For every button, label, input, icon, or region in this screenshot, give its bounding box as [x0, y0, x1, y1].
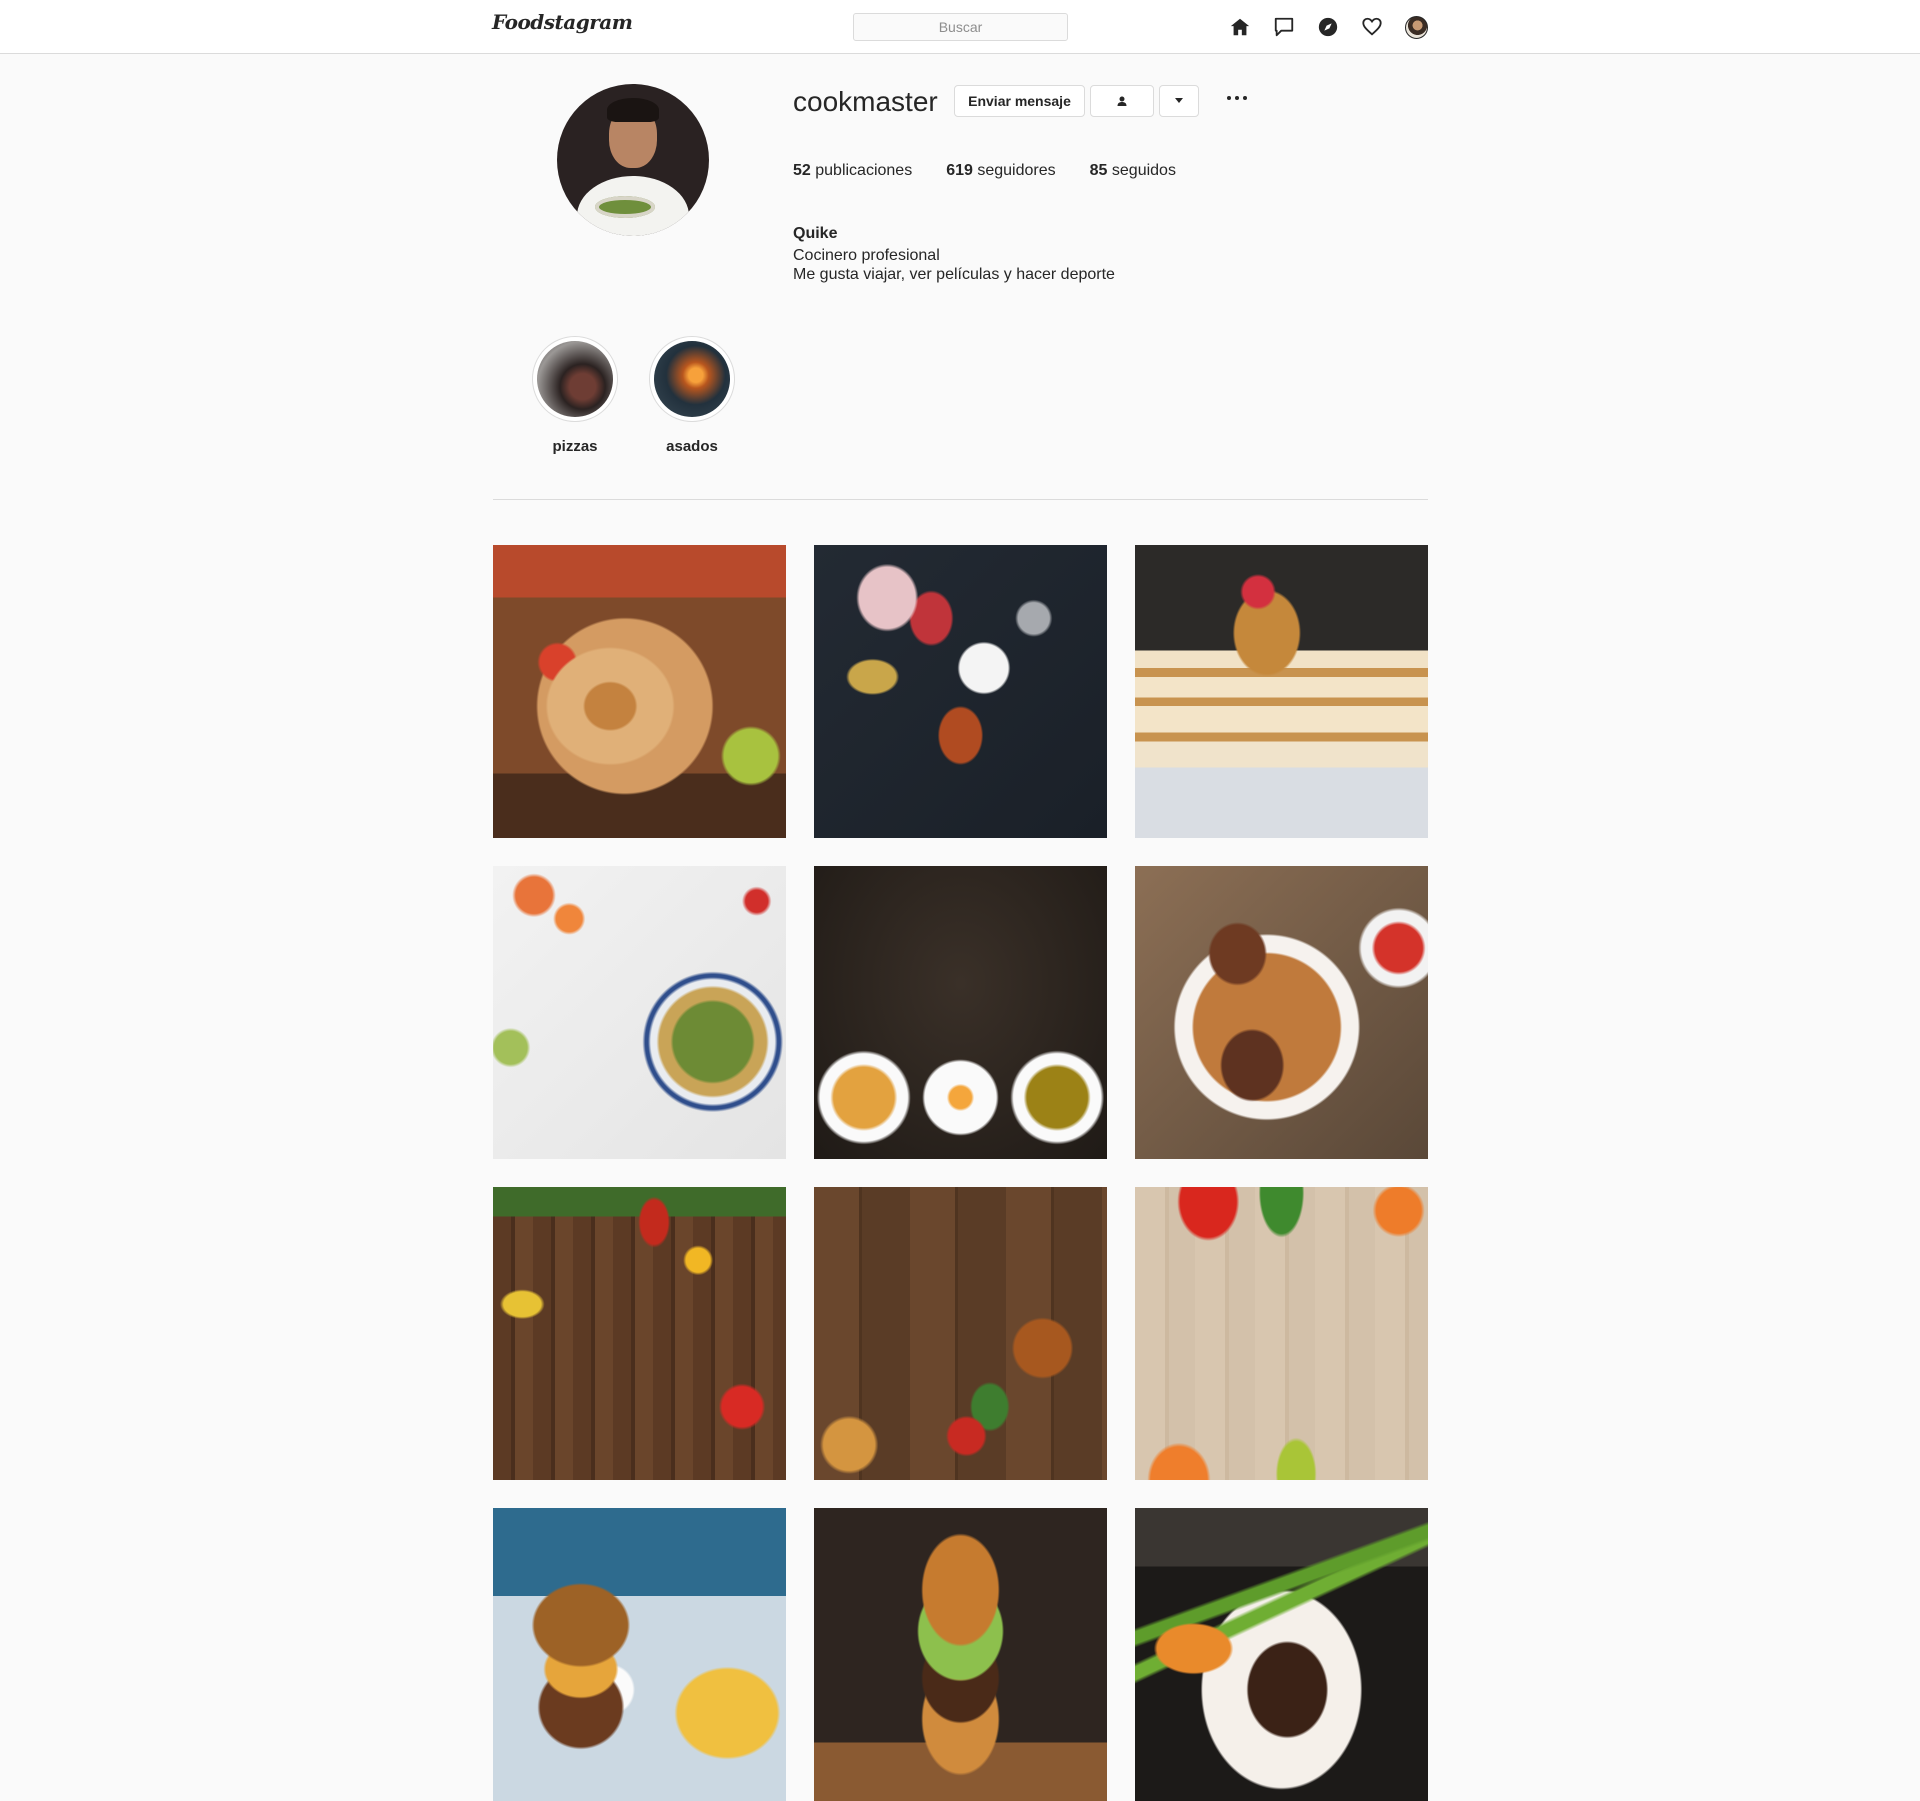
following-count: 85 — [1089, 162, 1108, 179]
post-thumbnail-spices[interactable] — [814, 545, 1107, 838]
post-thumbnail-burger-fries[interactable] — [493, 1508, 786, 1801]
highlight-ring — [649, 336, 735, 422]
profile-username: cookmaster — [793, 86, 938, 117]
top-navigation-bar: Foodstagram — [0, 0, 1920, 54]
posts-grid — [493, 545, 1428, 1801]
activity-heart-icon[interactable] — [1360, 15, 1384, 39]
caret-down-icon — [1175, 98, 1183, 103]
dot — [1243, 96, 1247, 100]
profile-picture[interactable] — [557, 84, 709, 236]
highlight-ring — [532, 336, 618, 422]
search-input[interactable] — [853, 13, 1068, 41]
highlight-cover-image — [654, 341, 730, 417]
posts-count: 52 — [793, 162, 811, 179]
bio-full-name: Quike — [793, 225, 838, 242]
post-thumbnail-pancakes[interactable] — [1135, 545, 1428, 838]
bio-line: Me gusta viajar, ver películas y hacer d… — [793, 266, 1115, 283]
dot — [1227, 96, 1231, 100]
suggestions-dropdown-button[interactable] — [1159, 85, 1199, 117]
story-highlight-asados[interactable]: asados — [647, 336, 737, 455]
profile-stats: 52 publicaciones 619 seguidores 85 segui… — [793, 162, 1176, 180]
following-label: seguidos — [1111, 162, 1176, 179]
avatar — [1404, 15, 1428, 39]
highlight-label: pizzas — [552, 438, 598, 455]
post-thumbnail-vegetables-wood[interactable] — [493, 1187, 786, 1480]
nav-icons — [1228, 15, 1428, 39]
post-thumbnail-burrito[interactable] — [493, 545, 786, 838]
post-thumbnail-steak-asparagus[interactable] — [1135, 1508, 1428, 1801]
highlight-cover-image — [537, 341, 613, 417]
post-thumbnail-burger-wood[interactable] — [814, 1187, 1107, 1480]
followers-count: 619 — [946, 162, 973, 179]
followers-stat[interactable]: 619 seguidores — [946, 162, 1055, 180]
send-message-button[interactable]: Enviar mensaje — [954, 85, 1085, 117]
more-options-icon[interactable] — [1220, 86, 1254, 110]
dot — [1235, 96, 1239, 100]
following-stat[interactable]: 85 seguidos — [1090, 162, 1176, 180]
highlight-label: asados — [666, 438, 718, 455]
post-thumbnail-vegetables-light-wood[interactable] — [1135, 1187, 1428, 1480]
explore-icon[interactable] — [1316, 15, 1340, 39]
story-highlight-pizzas[interactable]: pizzas — [530, 336, 620, 455]
app-logo[interactable]: Foodstagram — [492, 10, 633, 34]
profile-picture-hair — [607, 98, 659, 122]
person-icon — [1117, 96, 1127, 106]
profile-picture-plate — [595, 196, 655, 218]
posts-stat: 52 publicaciones — [793, 162, 912, 180]
bio-line: Cocinero profesional — [793, 247, 940, 264]
post-thumbnail-roast-chicken-rice[interactable] — [1135, 866, 1428, 1159]
home-icon[interactable] — [1228, 15, 1252, 39]
followers-label: seguidores — [977, 162, 1056, 179]
post-thumbnail-burger-closeup[interactable] — [814, 1508, 1107, 1801]
post-thumbnail-three-plates[interactable] — [814, 866, 1107, 1159]
messages-icon[interactable] — [1272, 15, 1296, 39]
profile-avatar[interactable] — [1404, 15, 1428, 39]
follow-button[interactable] — [1090, 85, 1154, 117]
section-divider — [493, 499, 1428, 500]
profile-bio: Quike Cocinero profesional Me gusta viaj… — [793, 224, 1115, 284]
posts-label: publicaciones — [815, 162, 913, 179]
post-thumbnail-vegetable-bowl[interactable] — [493, 866, 786, 1159]
